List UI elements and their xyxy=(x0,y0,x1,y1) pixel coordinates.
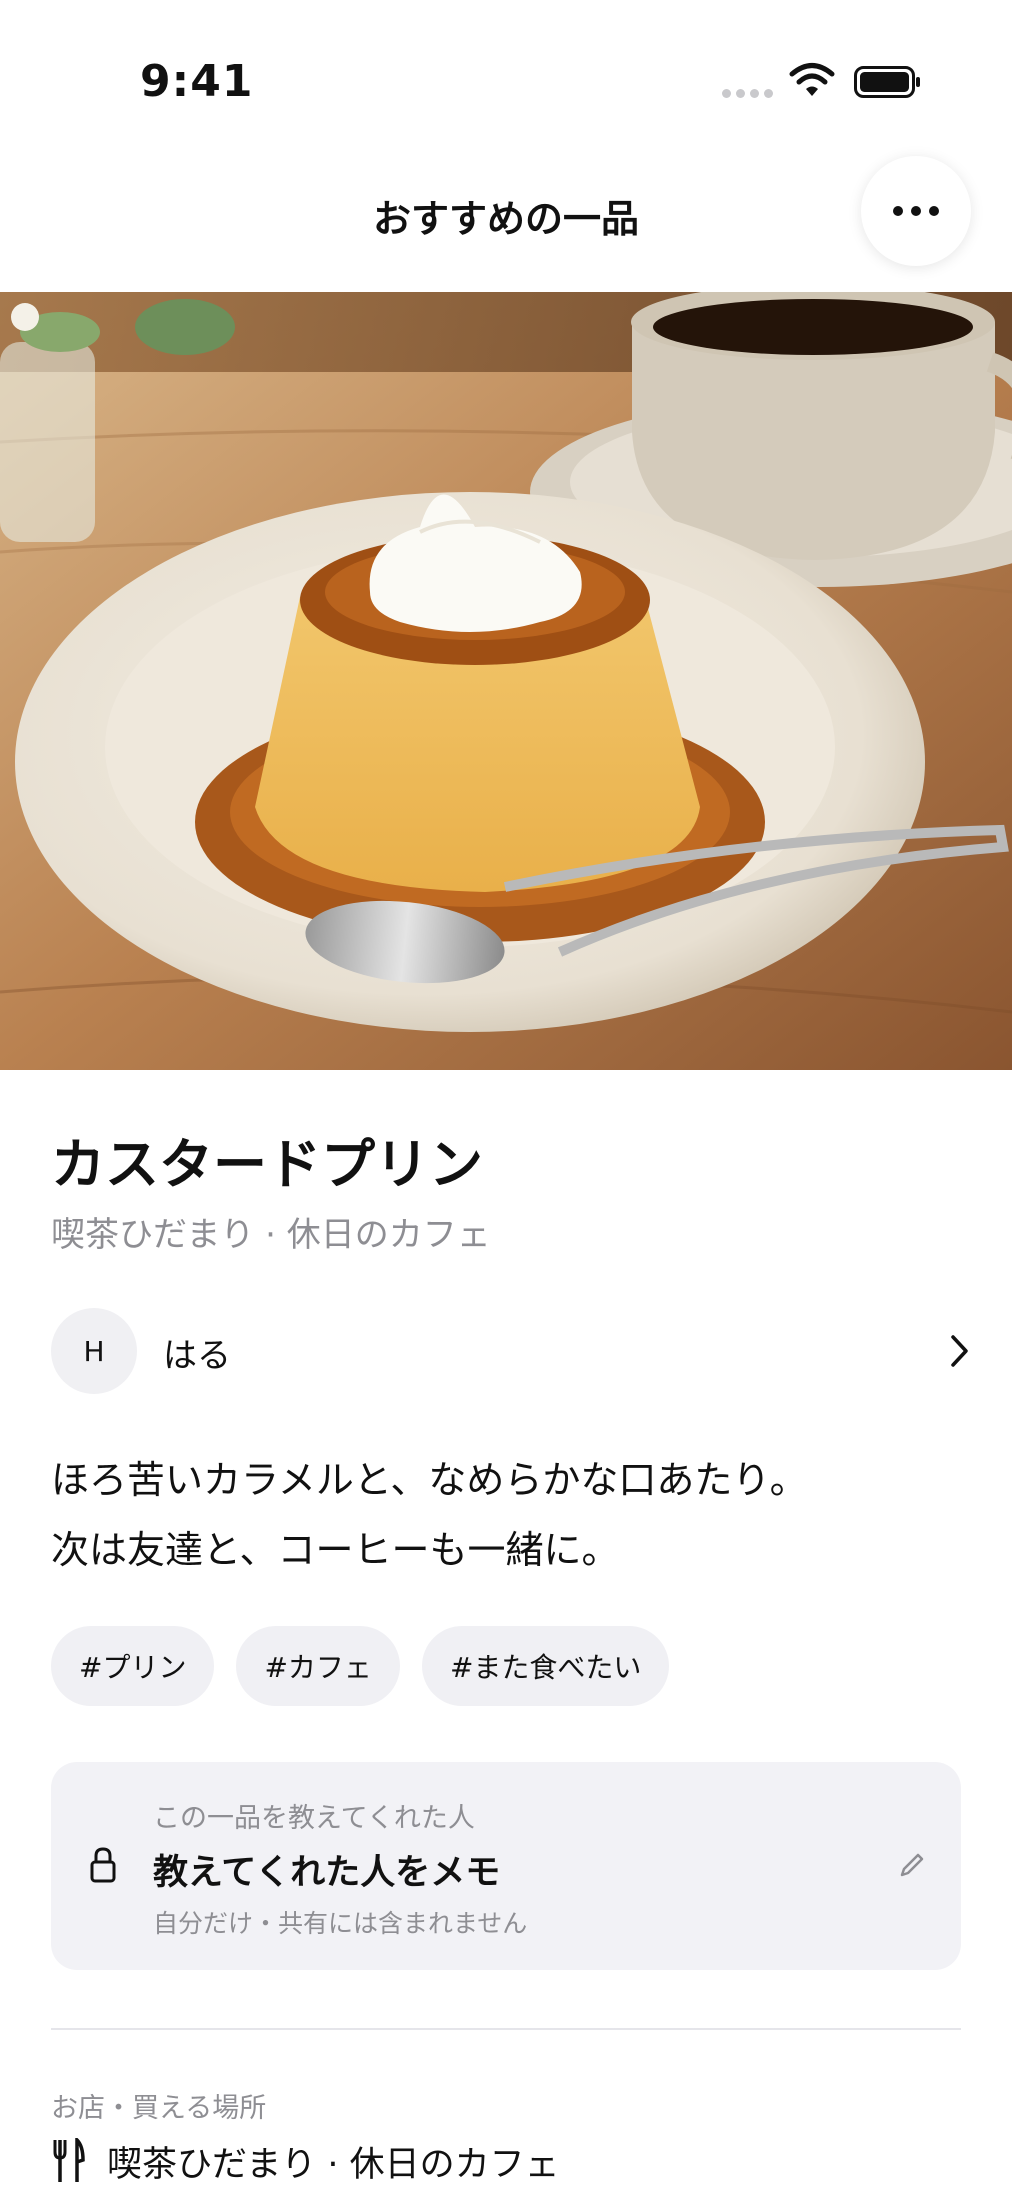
tag-list: #プリン #カフェ #また食べたい xyxy=(51,1626,670,1706)
item-subtitle: 喫茶ひだまり · 休日のカフェ xyxy=(51,1215,491,1255)
place-section-label: お店・買える場所 xyxy=(51,2093,267,2124)
tag-chip[interactable]: #プリン xyxy=(51,1626,215,1706)
fork-knife-icon xyxy=(53,2138,85,2182)
tag-chip[interactable]: #カフェ xyxy=(236,1626,400,1706)
cellular-signal-icon xyxy=(722,89,773,98)
item-description: ほろ苦いカラメルと、なめらかな口あたり。 次は友達と、コーヒーも一緒に。 xyxy=(51,1445,951,1585)
chevron-right-icon xyxy=(951,1335,968,1367)
memo-privacy-note: 自分だけ・共有には含まれません xyxy=(153,1909,528,1938)
divider xyxy=(51,2028,961,2030)
wifi-icon xyxy=(789,63,835,96)
battery-icon xyxy=(854,66,920,98)
memo-label: この一品を教えてくれた人 xyxy=(153,1803,475,1834)
place-name: 喫茶ひだまり · 休日のカフェ xyxy=(107,2145,560,2185)
description-line: 次は友達と、コーヒーも一緒に。 xyxy=(51,1528,620,1572)
author-name: はる xyxy=(163,1336,231,1376)
more-options-button[interactable] xyxy=(861,156,971,266)
pencil-icon[interactable] xyxy=(897,1850,927,1880)
item-title: カスタードプリン xyxy=(51,1133,483,1196)
lock-icon xyxy=(90,1847,116,1883)
tag-chip[interactable]: #また食べたい xyxy=(421,1626,670,1706)
ellipsis-icon xyxy=(889,206,943,216)
status-time: 9:41 xyxy=(140,56,254,107)
description-line: ほろ苦いカラメルと、なめらかな口あたり。 xyxy=(51,1458,808,1502)
recommender-memo-card[interactable]: この一品を教えてくれた人 教えてくれた人をメモ 自分だけ・共有には含まれません xyxy=(51,1762,961,1970)
status-bar: 9:41 xyxy=(0,0,1012,150)
hero-photo xyxy=(0,292,1012,1070)
author-row[interactable]: H はる xyxy=(51,1308,971,1394)
avatar: H xyxy=(51,1308,137,1394)
memo-title: 教えてくれた人をメモ xyxy=(153,1853,501,1893)
